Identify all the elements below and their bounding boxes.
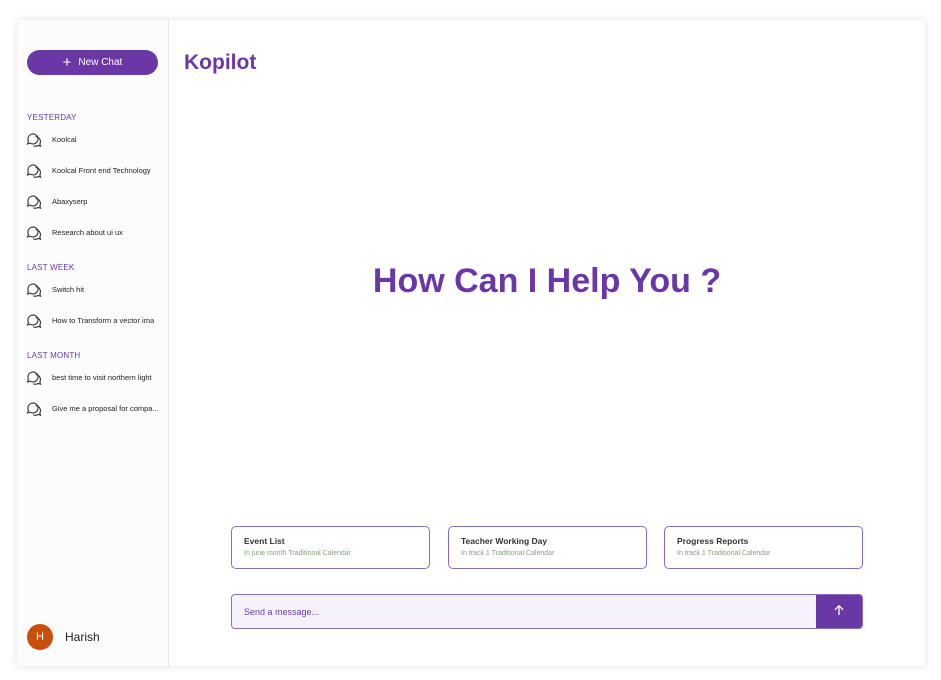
chat-item-label: Research about ui ux: [52, 227, 123, 237]
suggestion-subtitle: In track 1 Traditional Calendar: [461, 550, 555, 557]
chat-item[interactable]: best time to visit northern light: [25, 366, 163, 388]
chat-bubbles-icon: [25, 223, 43, 241]
message-input[interactable]: [232, 595, 816, 628]
chat-item-label: Switch hit: [52, 284, 85, 294]
sidebar: + New Chat YESTERDAY Koolcal Koolcal Fro…: [17, 20, 169, 666]
suggestion-card[interactable]: Teacher Working Day In track 1 Tradition…: [448, 526, 647, 569]
suggestion-subtitle: In track 1 Traditional Calendar: [677, 550, 771, 557]
suggestion-subtitle: In june month Traditional Calendar: [244, 550, 352, 557]
chat-item-label: best time to visit northern light: [52, 372, 152, 382]
user-name: Harish: [65, 630, 100, 644]
plus-icon: +: [62, 53, 72, 71]
chat-bubbles-icon: [25, 161, 43, 179]
chat-bubbles-icon: [25, 399, 43, 417]
suggestion-title: Teacher Working Day: [461, 536, 548, 546]
suggestion-card[interactable]: Event List In june month Traditional Cal…: [231, 526, 430, 569]
suggestion-title: Event List: [244, 536, 285, 546]
chat-item-label: How to Transform a vector ima: [52, 315, 155, 325]
chat-bubbles-icon: [25, 280, 43, 298]
chat-item[interactable]: How to Transform a vector ima: [25, 309, 163, 331]
app-window: + New Chat YESTERDAY Koolcal Koolcal Fro…: [17, 20, 925, 666]
main-panel: Kopilot How Can I Help You ? Event List …: [169, 20, 925, 666]
arrow-up-icon: [833, 603, 845, 621]
user-profile[interactable]: H Harish: [27, 624, 100, 650]
section-label-last-week: LAST WEEK: [27, 263, 75, 272]
chat-item[interactable]: Abaxyserp: [25, 190, 163, 212]
suggestion-title: Progress Reports: [677, 536, 749, 546]
app-title: Kopilot: [184, 51, 257, 74]
message-composer: [231, 594, 863, 629]
suggestion-card[interactable]: Progress Reports In track 1 Traditional …: [664, 526, 863, 569]
new-chat-button[interactable]: + New Chat: [27, 50, 158, 75]
chat-item-label: Koolcal: [52, 134, 77, 144]
section-label-last-month: LAST MONTH: [27, 351, 81, 360]
chat-item[interactable]: Give me a proposal for compa...: [25, 397, 163, 419]
chat-bubbles-icon: [25, 311, 43, 329]
chat-item[interactable]: Koolcal: [25, 128, 163, 150]
chat-item-label: Give me a proposal for compa...: [52, 403, 159, 413]
avatar: H: [27, 624, 53, 650]
section-label-yesterday: YESTERDAY: [27, 113, 77, 122]
chat-bubbles-icon: [25, 130, 43, 148]
send-button[interactable]: [816, 595, 862, 628]
chat-item-label: Abaxyserp: [52, 196, 88, 206]
hero-heading: How Can I Help You ?: [372, 262, 722, 300]
chat-item-label: Koolcal Front end Technology: [52, 165, 151, 175]
chat-item[interactable]: Koolcal Front end Technology: [25, 159, 163, 181]
chat-item[interactable]: Switch hit: [25, 278, 163, 300]
chat-bubbles-icon: [25, 192, 43, 210]
chat-bubbles-icon: [25, 368, 43, 386]
new-chat-label: New Chat: [78, 57, 123, 68]
chat-item[interactable]: Research about ui ux: [25, 221, 163, 243]
